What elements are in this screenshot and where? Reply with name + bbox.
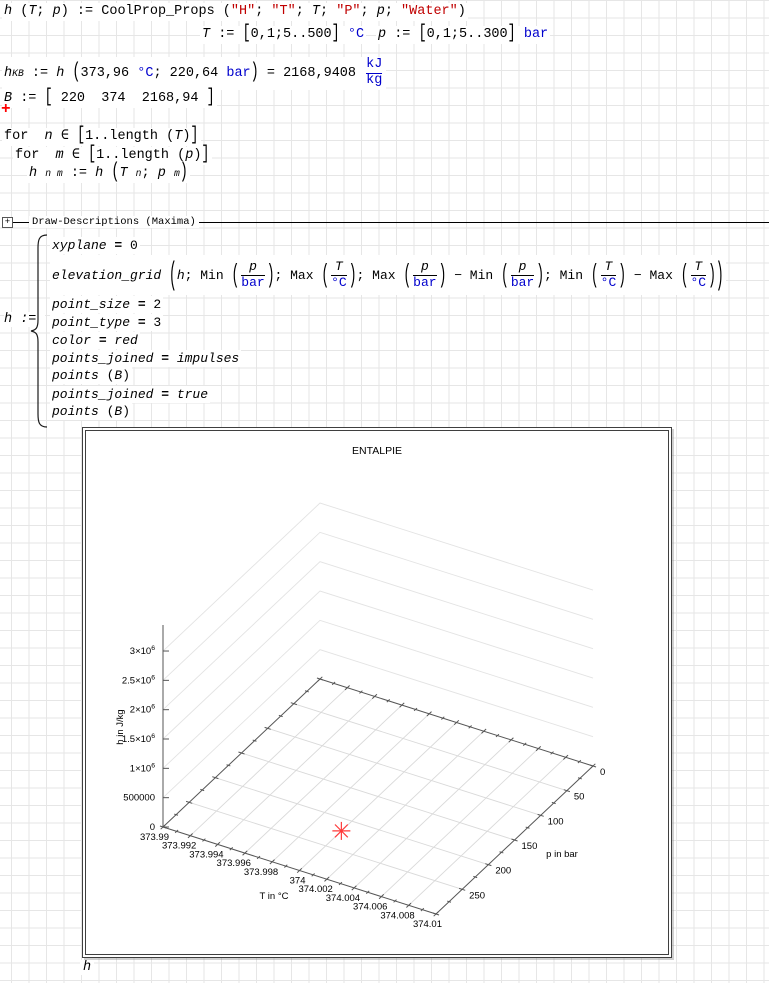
z-tick-label: 2×106: [130, 704, 155, 716]
z-tick-label: 1×106: [130, 762, 155, 774]
section-title: Draw-Descriptions (Maxima): [29, 216, 199, 228]
y-tick-label: 250: [469, 890, 485, 901]
y-tick-label: 0: [600, 767, 605, 778]
z-tick-label: 3×106: [130, 645, 155, 657]
maxima-row-1: elevation_grid (h; Min (pbar); Max (T°C)…: [50, 255, 726, 295]
x-axis-label: T in °C: [260, 891, 289, 902]
y-axis-label: p in bar: [546, 849, 578, 860]
formula-hKB[interactable]: hKB := h (373,96 °C; 220,64 bar) = 2168,…: [2, 57, 386, 90]
plot-title: ENTALPIE: [352, 445, 402, 457]
x-tick-label: 374.01: [413, 919, 442, 930]
enthalpy-3d-chart: 0 500000 1×106 1.5×106 2×106 2.5×106 3×106 373.…: [82, 427, 672, 958]
3d-plot-region[interactable]: 0 500000 1×106 1.5×106 2×106 2.5×106 3×106 373.…: [82, 427, 672, 958]
x-tick-label: 373.998: [244, 867, 278, 878]
surface-mesh-line: [163, 591, 593, 739]
data-point-marker: [332, 822, 350, 840]
x-tick-label: 374.008: [380, 910, 414, 921]
maxima-row-4: color = red: [50, 332, 140, 349]
maxima-row-3: point_type = 3: [50, 314, 163, 331]
maxima-row-5: points_joined = impulses: [50, 350, 241, 367]
section-header: + Draw-Descriptions (Maxima): [0, 215, 769, 229]
maxima-row-0: xyplane = 0: [50, 237, 140, 254]
formula-h-nm[interactable]: h n m := h (T n; p m): [27, 165, 190, 183]
z-tick-label: 2.5×106: [122, 674, 155, 686]
maxima-row-7: points_joined = true: [50, 386, 210, 403]
section-divider-left: [13, 222, 29, 223]
surface-mesh-line: [163, 650, 593, 798]
maxima-row-2: point_size = 2: [50, 296, 163, 313]
surface-mesh-line: [163, 562, 593, 710]
formula-B-vector[interactable]: B := [ 220 374 2168,94 ]: [2, 90, 217, 108]
y-tick-label: 150: [522, 841, 538, 852]
surface-mesh-line: [163, 503, 593, 651]
maxima-row-8: points (B): [50, 403, 132, 420]
maxima-row-6: points (B): [50, 367, 132, 384]
formula-coolprop-def[interactable]: h (T; p) := CoolProp_Props ("H"; "T"; T;…: [2, 3, 468, 21]
smath-worksheet: { "worksheet": { "cursor_plus": "+", "se…: [0, 0, 769, 983]
system-brace: [28, 233, 50, 429]
surface-mesh-line: [163, 620, 593, 768]
section-divider-rule: [199, 222, 769, 223]
z-tick-label: 1.5×106: [122, 733, 155, 745]
z-axis-label: h in J/kg: [115, 709, 126, 744]
y-tick-label: 50: [574, 792, 585, 803]
y-tick-label: 100: [548, 816, 564, 827]
plot-variable-label: h: [80, 960, 94, 975]
section-expand-toggle-icon[interactable]: +: [2, 217, 13, 228]
surface-mesh-line: [163, 532, 593, 680]
formula-T-range[interactable]: T := [0,1;5..500] °C: [200, 26, 366, 44]
formula-for-n[interactable]: for n ∈ [1..length (T)]: [2, 128, 201, 146]
insertion-cursor[interactable]: +: [1, 100, 11, 118]
formula-p-range[interactable]: p := [0,1;5..300] bar: [376, 26, 550, 44]
y-tick-label: 200: [495, 866, 511, 877]
z-tick-label: 500000: [123, 793, 155, 804]
